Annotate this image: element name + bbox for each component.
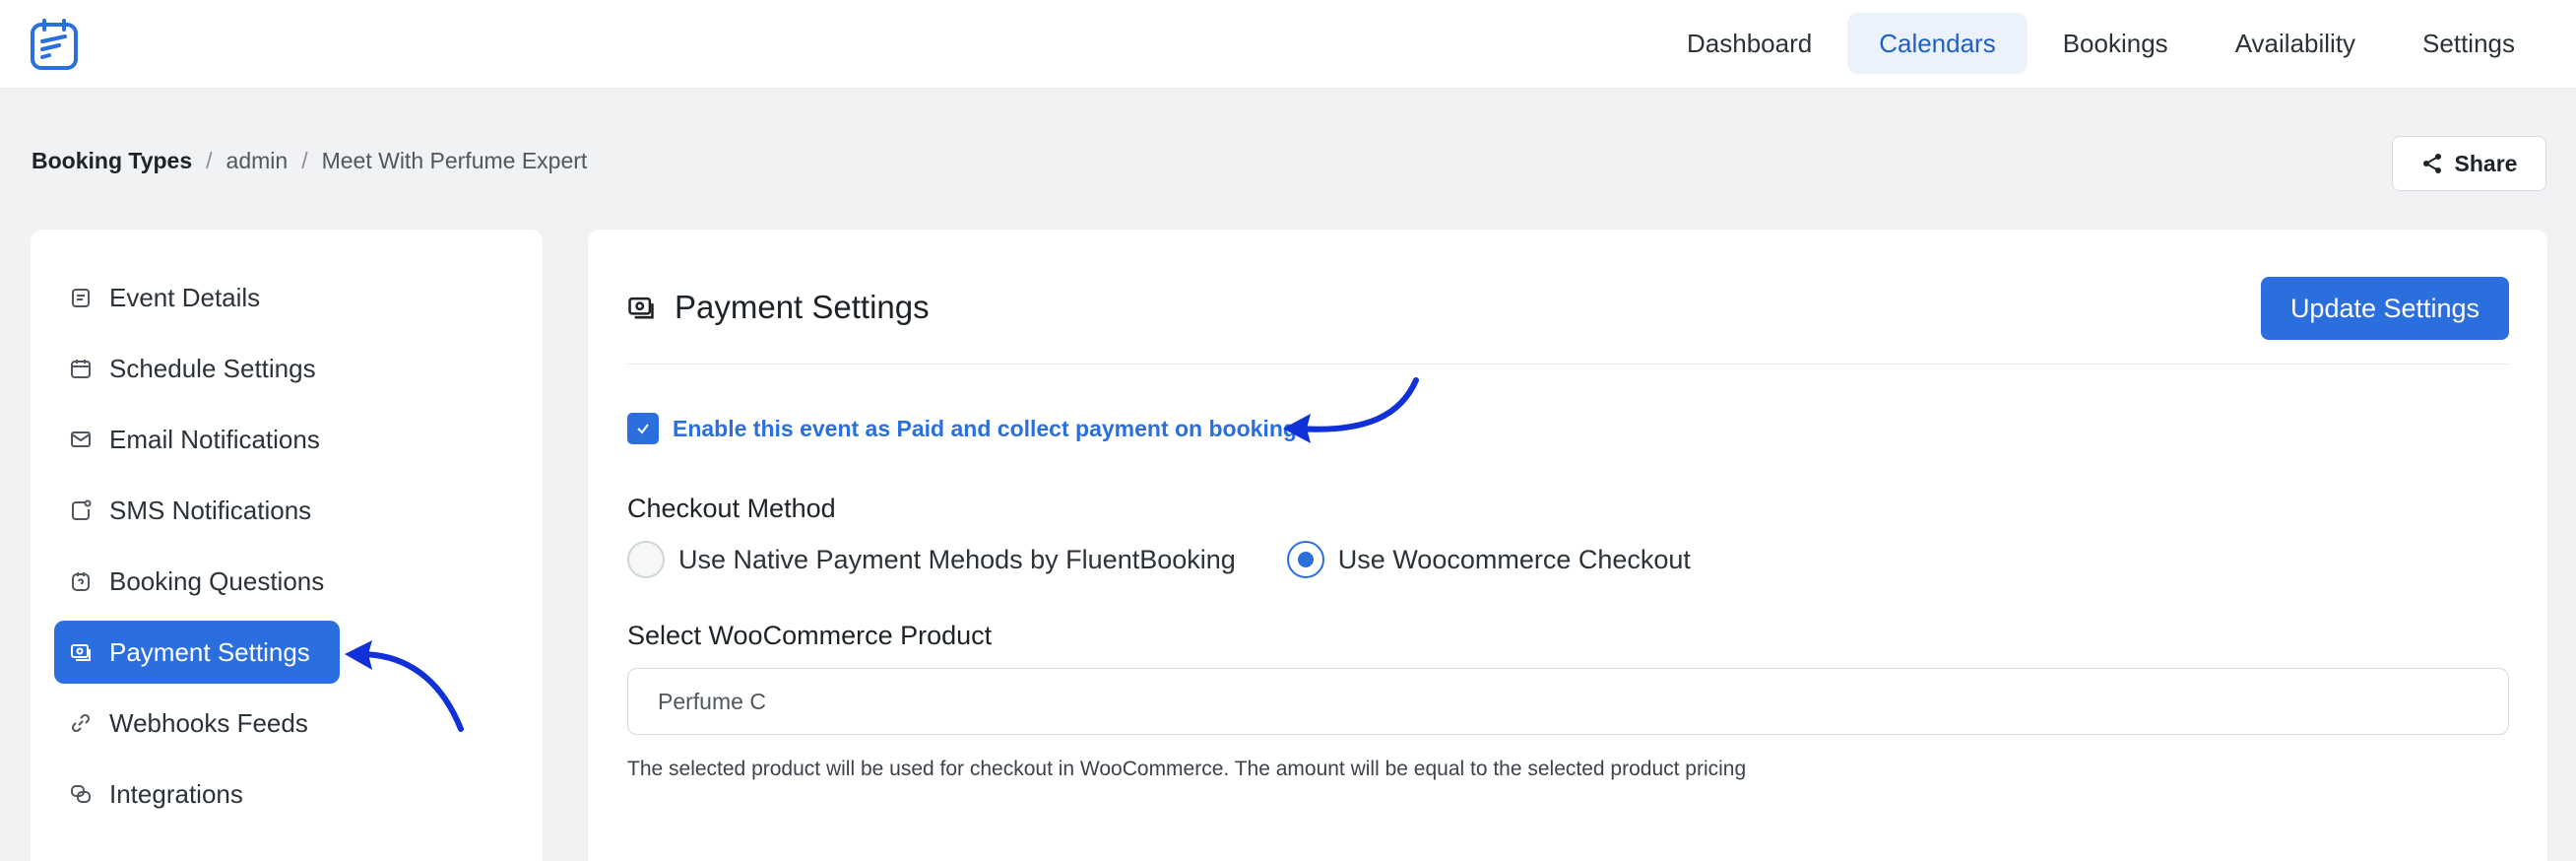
nav-bookings[interactable]: Bookings	[2031, 13, 2200, 74]
calendar-icon	[71, 360, 91, 378]
sidebar-item-email-notifications[interactable]: Email Notifications	[54, 408, 350, 471]
breadcrumb-separator: /	[301, 148, 308, 173]
checkout-method-label: Checkout Method	[627, 494, 836, 523]
share-button[interactable]: Share	[2392, 136, 2546, 191]
sidebar-item-integrations[interactable]: Integrations	[54, 762, 273, 826]
payment-settings-panel: Payment Settings Update Settings Enable …	[588, 230, 2547, 861]
payment-icon	[71, 644, 91, 661]
sidebar-item-event-details[interactable]: Event Details	[54, 266, 290, 329]
radio-button[interactable]	[627, 541, 665, 578]
share-icon	[2422, 154, 2441, 173]
annotation-arrow-icon	[1283, 377, 1419, 443]
product-select-label: Select WooCommerce Product	[627, 621, 993, 650]
sidebar-item-payment-settings[interactable]: Payment Settings	[54, 621, 340, 684]
sidebar-item-schedule-settings[interactable]: Schedule Settings	[54, 337, 346, 400]
question-icon	[72, 572, 90, 591]
panel-title: Payment Settings	[627, 289, 930, 326]
radio-native-payment[interactable]: Use Native Payment Mehods by FluentBooki…	[627, 541, 1236, 578]
woocommerce-product-select[interactable]: Perfume C	[627, 668, 2509, 735]
sidebar-item-label: SMS Notifications	[109, 495, 312, 525]
sms-icon	[72, 499, 92, 520]
check-icon	[637, 424, 649, 434]
sidebar-item-label: Payment Settings	[109, 636, 310, 667]
top-bar: Dashboard Calendars Bookings Availabilit…	[0, 0, 2576, 89]
product-help-text: The selected product will be used for ch…	[627, 758, 1747, 780]
checkout-method-options: Use Native Payment Mehods by FluentBooki…	[627, 541, 1724, 578]
link-icon	[71, 713, 91, 733]
sidebar-item-label: Booking Questions	[109, 565, 325, 596]
radio-label: Use Native Payment Mehods by FluentBooki…	[678, 544, 1236, 574]
breadcrumb-separator: /	[206, 148, 213, 173]
sidebar-item-sms-notifications[interactable]: SMS Notifications	[54, 479, 341, 542]
sidebar-item-webhooks-feeds[interactable]: Webhooks Feeds	[54, 692, 338, 755]
update-settings-button[interactable]: Update Settings	[2261, 277, 2509, 340]
enable-paid-label[interactable]: Enable this event as Paid and collect pa…	[673, 416, 1297, 442]
envelope-icon	[71, 431, 91, 447]
settings-sidebar: Event Details Schedule Settings Email No…	[31, 230, 543, 861]
payment-icon	[628, 297, 654, 319]
sidebar-item-label: Integrations	[109, 778, 243, 809]
breadcrumb-admin[interactable]: admin	[226, 148, 289, 174]
sidebar-item-label: Schedule Settings	[109, 353, 316, 383]
radio-woocommerce-checkout[interactable]: Use Woocommerce Checkout	[1286, 541, 1691, 578]
breadcrumb-event: Meet With Perfume Expert	[321, 148, 588, 173]
radio-label: Use Woocommerce Checkout	[1337, 544, 1691, 574]
share-label: Share	[2454, 150, 2518, 176]
main-nav: Dashboard Calendars Bookings Availabilit…	[1655, 13, 2546, 74]
enable-paid-checkbox[interactable]	[627, 413, 659, 444]
radio-button[interactable]	[1286, 541, 1324, 578]
sidebar-item-booking-questions[interactable]: Booking Questions	[54, 550, 354, 613]
event-details-icon	[72, 289, 90, 307]
sidebar-item-label: Event Details	[109, 282, 261, 312]
nav-calendars[interactable]: Calendars	[1847, 13, 2028, 74]
sidebar-item-label: Email Notifications	[109, 424, 320, 454]
breadcrumb-booking-types[interactable]: Booking Types	[32, 148, 192, 174]
nav-dashboard[interactable]: Dashboard	[1655, 13, 1843, 74]
integrations-icon	[71, 785, 91, 803]
sidebar-item-label: Webhooks Feeds	[109, 707, 308, 738]
fluentbooking-logo-icon[interactable]	[30, 18, 81, 71]
breadcrumb: Booking Types / admin / Meet With Perfum…	[32, 148, 587, 174]
enable-paid-row: Enable this event as Paid and collect pa…	[627, 413, 1297, 444]
panel-title-text: Payment Settings	[675, 289, 930, 325]
annotation-arrow-icon	[345, 640, 464, 732]
nav-settings[interactable]: Settings	[2391, 13, 2546, 74]
nav-availability[interactable]: Availability	[2204, 13, 2387, 74]
